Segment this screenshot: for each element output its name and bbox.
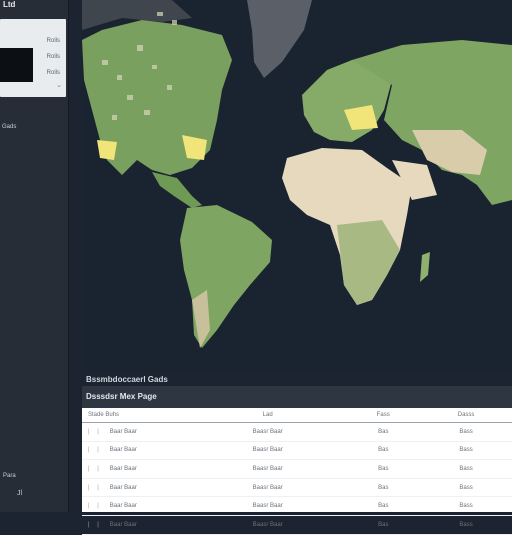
cell-text: Baar Baar [109, 503, 137, 510]
table-row[interactable]: | | Baar Baar Baasr Baar Bas Bass [82, 422, 512, 442]
sidebar-option-2[interactable]: Rolls [47, 54, 60, 60]
column-header[interactable]: Lad [189, 408, 347, 423]
table-cell: Bas [346, 496, 421, 516]
table-cell: | | Baar Baar [82, 478, 189, 498]
table-cell: Bas [346, 515, 421, 535]
table-cell: Bass [420, 515, 512, 535]
table-cell: | | Baar Baar [82, 422, 189, 442]
table-cell: Baasr Baar [189, 441, 347, 461]
color-swatch[interactable] [0, 48, 33, 82]
row-checkboxes[interactable]: | | [88, 429, 102, 435]
table-cell: | | Baar Baar [82, 441, 189, 461]
world-map[interactable] [82, 0, 512, 370]
table-cell: Bass [420, 422, 512, 442]
row-checkboxes[interactable]: | | [88, 503, 102, 509]
table-cell: Baasr Baar [189, 422, 347, 442]
row-checkboxes[interactable]: | | [88, 447, 102, 453]
column-header[interactable]: Stade Buhs [82, 408, 189, 423]
table-cell: Baasr Baar [189, 515, 347, 535]
sidebar-option-1[interactable]: Rolls [47, 38, 60, 44]
data-table-card: Dsssdsr Mex Page Stade Buhs Lad Fass Das… [82, 386, 512, 535]
table-row[interactable]: | | Baar Baar Baasr Baar Bas Bass [82, 441, 512, 461]
table-cell: Baasr Baar [189, 478, 347, 498]
cell-text: Baar Baar [109, 447, 137, 454]
table-cell: | | Baar Baar [82, 459, 189, 479]
table-cell: Bas [346, 478, 421, 498]
table-cell: Baasr Baar [189, 459, 347, 479]
data-table: Stade Buhs Lad Fass Dasss | | Baar Baar B… [82, 408, 512, 535]
sidebar: Ltd Rolls Rolls Rolls ⌄ Gads Para Jl [0, 0, 69, 512]
table-cell: Baasr Baar [189, 496, 347, 516]
sidebar-filter-panel: Rolls Rolls Rolls ⌄ [0, 19, 66, 97]
table-cell: Bass [420, 441, 512, 461]
table-header-row: Stade Buhs Lad Fass Dasss [82, 408, 512, 423]
sidebar-bottom-icon[interactable]: Jl [17, 490, 22, 497]
table-cell: Bas [346, 459, 421, 479]
row-checkboxes[interactable]: | | [88, 522, 102, 528]
section-title: Bssmbdoccaerl Gads [86, 375, 168, 384]
column-header[interactable]: Dasss [420, 408, 512, 423]
table-row[interactable]: | | Baar Baar Baasr Baar Bas Bass [82, 459, 512, 479]
row-checkboxes[interactable]: | | [88, 466, 102, 472]
table-cell: Bas [346, 441, 421, 461]
cell-text: Baar Baar [109, 465, 137, 472]
table-row[interactable]: | | Baar Baar Baasr Baar Bas Bass [82, 515, 512, 535]
sidebar-option-3[interactable]: Rolls [47, 70, 60, 76]
table-header-bar: Dsssdsr Mex Page [82, 386, 512, 408]
table-cell: Bass [420, 496, 512, 516]
table-cell: Bass [420, 459, 512, 479]
cell-text: Baar Baar [109, 521, 137, 528]
table-row[interactable]: | | Baar Baar Baasr Baar Bas Bass [82, 496, 512, 516]
sidebar-bottom-label[interactable]: Para [3, 473, 16, 479]
world-map-svg [82, 0, 512, 370]
column-header[interactable]: Fass [346, 408, 421, 423]
table-cell: | | Baar Baar [82, 496, 189, 516]
cell-text: Baar Baar [109, 484, 137, 491]
chevron-down-icon[interactable]: ⌄ [56, 81, 62, 89]
table-cell: Bass [420, 478, 512, 498]
table-cell: Bas [346, 422, 421, 442]
table-cell: | | Baar Baar [82, 515, 189, 535]
row-checkboxes[interactable]: | | [88, 485, 102, 491]
sidebar-section-label: Gads [2, 124, 17, 130]
sidebar-title: Ltd [3, 0, 16, 9]
highlight-region-2 [97, 140, 117, 160]
cell-text: Baar Baar [109, 428, 137, 435]
table-row[interactable]: | | Baar Baar Baasr Baar Bas Bass [82, 478, 512, 498]
